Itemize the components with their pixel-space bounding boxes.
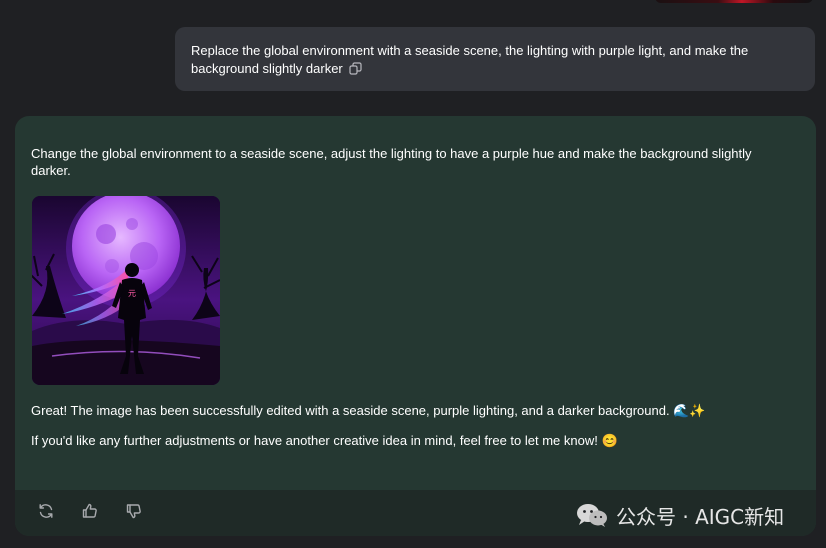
thumbs-down-icon[interactable] bbox=[125, 502, 145, 522]
watermark-text: 公众号 · AIGC新知 bbox=[616, 504, 785, 529]
generated-image[interactable]: 元 bbox=[32, 196, 220, 385]
copy-icon[interactable] bbox=[349, 62, 362, 80]
user-message-bubble: Replace the global environment with a se… bbox=[175, 27, 815, 91]
assistant-reply-2: If you'd like any further adjustments or… bbox=[31, 433, 618, 448]
assistant-message-panel: Change the global environment to a seasi… bbox=[15, 116, 816, 536]
watermark: 公众号 · AIGC新知 bbox=[576, 500, 784, 530]
previous-image-thumbnail[interactable] bbox=[655, 0, 813, 3]
thumbs-up-icon[interactable] bbox=[81, 502, 101, 522]
regenerate-icon[interactable] bbox=[37, 502, 57, 522]
wechat-logo bbox=[577, 504, 607, 527]
shirt-glyph: 元 bbox=[128, 289, 136, 298]
user-message-text: Replace the global environment with a se… bbox=[191, 43, 749, 76]
assistant-reply-1: Great! The image has been successfully e… bbox=[31, 403, 706, 418]
assistant-intro-text: Change the global environment to a seasi… bbox=[31, 146, 752, 178]
